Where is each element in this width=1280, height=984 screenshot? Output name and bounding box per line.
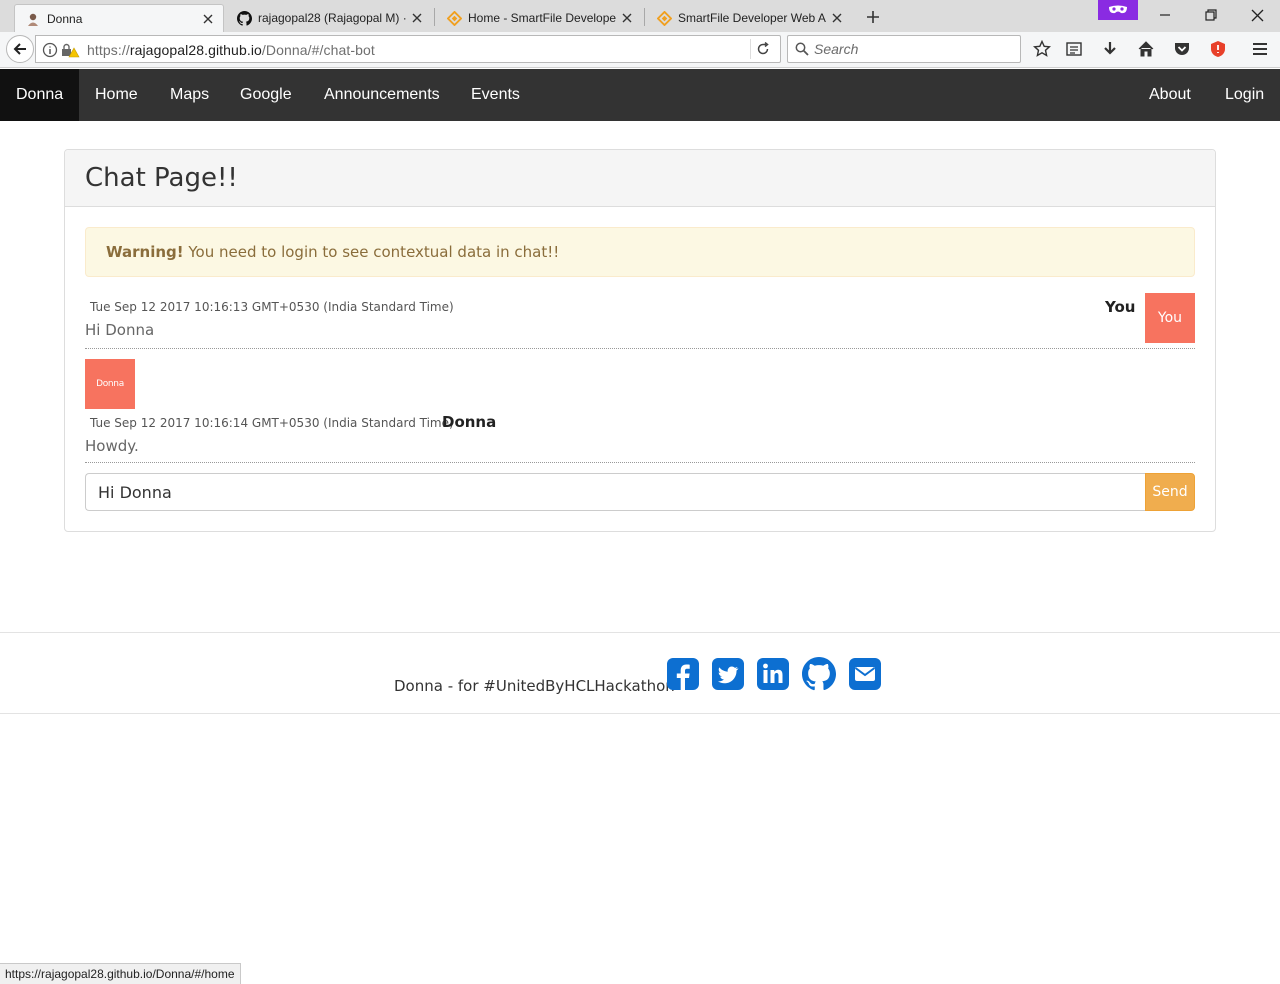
message-divider	[85, 348, 1195, 349]
back-button[interactable]	[6, 35, 34, 63]
twitter-icon[interactable]	[711, 657, 745, 691]
tab-smartfile-api[interactable]: SmartFile Developer Web API	[646, 4, 852, 32]
nav-item-events[interactable]: Events	[455, 69, 536, 121]
tab-smartfile-home[interactable]: Home - SmartFile Developer Portal	[436, 4, 642, 32]
browser-toolbar: https://rajagopal28.github.io/Donna/#/ch…	[0, 32, 1280, 68]
hamburger-menu-icon[interactable]	[1248, 38, 1272, 60]
panel-heading: Chat Page!!	[65, 150, 1215, 207]
nav-item-home[interactable]: Home	[79, 69, 154, 121]
nav-item-maps[interactable]: Maps	[154, 69, 225, 121]
message-text: Hi Donna	[85, 321, 155, 339]
avatar-you: You	[1145, 293, 1195, 343]
url-security-icons	[42, 42, 80, 58]
url-text[interactable]: https://rajagopal28.github.io/Donna/#/ch…	[87, 42, 375, 58]
reload-button[interactable]	[750, 39, 774, 59]
smartfile-icon	[656, 10, 672, 26]
linkedin-icon[interactable]	[756, 657, 790, 691]
tab-separator	[644, 8, 645, 26]
message-timestamp: Tue Sep 12 2017 10:16:14 GMT+0530 (India…	[90, 416, 454, 430]
close-tab-icon[interactable]	[830, 11, 844, 25]
close-tab-icon[interactable]	[201, 12, 215, 26]
url-path: /Donna/#/chat-bot	[261, 42, 375, 58]
tab-title: rajagopal28 (Rajagopal M) · GitHub	[258, 11, 406, 25]
nav-item-google[interactable]: Google	[224, 69, 308, 121]
tab-title: SmartFile Developer Web API	[678, 11, 826, 25]
bookmark-star-icon[interactable]	[1030, 38, 1054, 60]
private-mask-icon	[1098, 0, 1138, 20]
home-icon[interactable]	[1134, 38, 1158, 60]
pocket-icon[interactable]	[1170, 38, 1194, 60]
warning-text: You need to login to see contextual data…	[183, 243, 560, 261]
new-tab-icon[interactable]	[862, 6, 884, 28]
warning-strong: Warning!	[106, 243, 184, 261]
avatar-donna: Donna	[85, 359, 135, 409]
minimize-icon[interactable]	[1150, 4, 1180, 26]
restore-icon[interactable]	[1196, 4, 1226, 26]
message-timestamp: Tue Sep 12 2017 10:16:13 GMT+0530 (India…	[90, 300, 454, 314]
warning-alert: Warning! You need to login to see contex…	[85, 227, 1195, 277]
facebook-icon[interactable]	[666, 657, 700, 691]
lock-warning-icon	[62, 43, 80, 58]
nav-item-login[interactable]: Login	[1209, 69, 1280, 121]
tab-title: Home - SmartFile Developer Portal	[468, 11, 616, 25]
download-icon[interactable]	[1098, 38, 1122, 60]
info-icon[interactable]	[42, 42, 58, 58]
search-input[interactable]	[814, 40, 1014, 58]
arrow-left-icon	[13, 43, 26, 55]
message-username: Donna	[442, 413, 497, 431]
send-button[interactable]: Send	[1145, 473, 1195, 511]
url-host: rajagopal28.github.io	[129, 42, 262, 58]
nav-brand-donna[interactable]: Donna	[0, 69, 80, 121]
tab-title: Donna	[47, 11, 83, 26]
chat-message-input[interactable]	[85, 473, 1145, 511]
message-divider	[85, 462, 1195, 463]
donna-favicon-icon	[25, 11, 41, 27]
message-username: You	[1105, 298, 1136, 316]
page-title: Chat Page!!	[85, 163, 238, 193]
smartfile-icon	[446, 10, 462, 26]
nav-item-about[interactable]: About	[1133, 69, 1207, 121]
reload-icon	[757, 42, 769, 55]
github-icon[interactable]	[802, 657, 836, 691]
shield-icon[interactable]	[1206, 38, 1230, 60]
search-icon	[795, 42, 809, 59]
close-window-icon[interactable]	[1242, 4, 1272, 26]
nav-item-announcements[interactable]: Announcements	[308, 69, 456, 121]
browser-tab-strip: Donna rajagopal28 (Rajagopal M) · GitHub…	[0, 0, 1280, 32]
status-bar-url: https://rajagopal28.github.io/Donna/#/ho…	[0, 963, 241, 984]
close-tab-icon[interactable]	[410, 11, 424, 25]
search-bar[interactable]	[787, 35, 1021, 63]
url-bar[interactable]: https://rajagopal28.github.io/Donna/#/ch…	[35, 35, 781, 63]
close-tab-icon[interactable]	[620, 11, 634, 25]
url-scheme: https://	[87, 42, 130, 58]
site-navbar: Donna Home Maps Google Announcements Eve…	[0, 69, 1280, 121]
reading-list-icon[interactable]	[1062, 38, 1086, 60]
tab-donna[interactable]: Donna	[14, 4, 224, 32]
tab-github[interactable]: rajagopal28 (Rajagopal M) · GitHub	[226, 4, 432, 32]
footer-text: Donna - for #UnitedByHCLHackathon	[394, 677, 675, 695]
footer: Donna - for #UnitedByHCLHackathon	[0, 632, 1280, 714]
message-text: Howdy.	[85, 437, 139, 455]
tab-separator	[434, 8, 435, 26]
chat-panel: Chat Page!! Warning! You need to login t…	[64, 149, 1216, 532]
envelope-icon[interactable]	[848, 657, 882, 691]
github-icon	[236, 10, 252, 26]
